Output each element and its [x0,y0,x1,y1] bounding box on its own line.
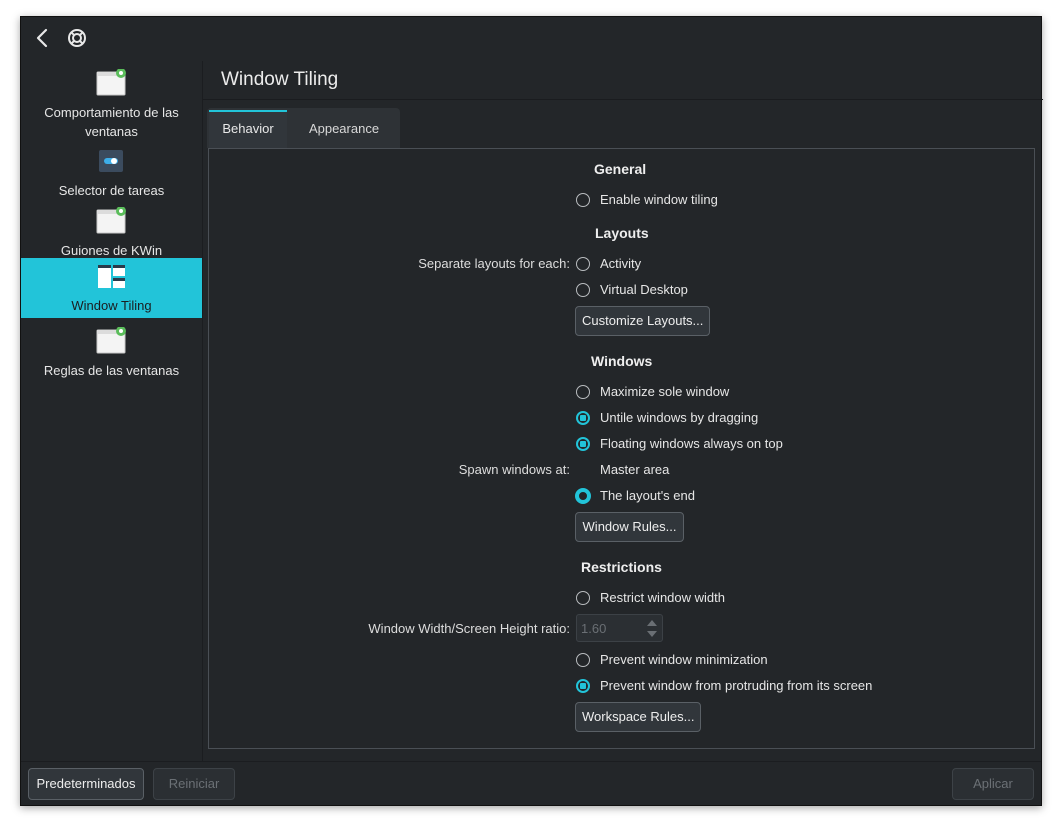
sidebar-item-task-switcher[interactable]: Selector de tareas [21,143,202,203]
layouts-heading: Layouts [595,225,649,241]
restrictions-heading: Restrictions [581,559,662,575]
enable-tiling-label: Enable window tiling [600,192,718,207]
sidebar-item-label: Comportamiento de las ventanas [44,105,179,139]
top-bar [21,17,1041,61]
window-rules-button[interactable]: Window Rules... [575,512,684,542]
sidebar-item-window-behavior[interactable]: Comportamiento de las ventanas [21,65,202,141]
ratio-value: 1.60 [581,621,607,636]
help-lifebuoy-icon[interactable] [66,27,88,49]
radio-indicator [576,463,590,477]
restrict-width-label: Restrict window width [600,590,725,605]
spin-down-icon[interactable] [647,631,657,637]
window-settings-icon [96,206,127,235]
sidebar-item-label: Window Tiling [71,298,152,313]
virtual-desktop-label: Virtual Desktop [600,282,688,297]
maximize-sole-label: Maximize sole window [600,384,730,399]
ratio-spinbox[interactable]: 1.60 [576,614,663,642]
sidebar-item-label: Selector de tareas [58,183,165,198]
windows-heading: Windows [591,353,653,369]
window-tiling-icon [96,262,127,290]
workspace-rules-button[interactable]: Workspace Rules... [575,702,701,732]
back-arrow-icon[interactable] [33,27,53,49]
floating-on-top-label: Floating windows always on top [600,436,783,451]
tab-bar: Behavior Appearance [207,108,400,148]
footer-divider [21,761,1041,762]
untile-dragging-label: Untile windows by dragging [600,410,759,425]
layout-end-label: The layout's end [600,488,695,503]
settings-window: Comportamiento de las ventanas Selector … [20,16,1043,806]
checkbox-indicator [576,679,590,693]
sidebar-item-label: Reglas de las ventanas [43,363,180,378]
customize-layouts-button[interactable]: Customize Layouts... [575,306,710,336]
sidebar-item-window-rules[interactable]: Reglas de las ventanas [21,323,202,383]
sidebar-divider [202,61,203,761]
reset-button[interactable]: Reiniciar [153,768,235,800]
sidebar-item-window-tiling[interactable]: Window Tiling [21,258,202,318]
defaults-button[interactable]: Predeterminados [28,768,144,800]
checkbox-indicator [576,437,590,451]
prevent-minimization-label: Prevent window minimization [600,652,768,667]
checkbox-indicator [576,283,590,297]
checkbox-indicator [576,591,590,605]
general-heading: General [594,161,647,177]
separate-layouts-label: Separate layouts for each: [418,256,570,271]
sidebar: Comportamiento de las ventanas Selector … [21,61,202,761]
tab-appearance[interactable]: Appearance [291,110,397,148]
page-title: Window Tiling [221,69,339,90]
title-divider [203,99,1043,100]
spawn-windows-label: Spawn windows at: [458,462,570,477]
window-settings-icon [96,68,127,97]
tab-behavior[interactable]: Behavior [209,110,287,148]
spin-up-icon[interactable] [647,620,657,626]
prevent-protruding-label: Prevent window from protruding from its … [600,678,873,693]
checkbox-indicator [576,257,590,271]
ratio-label: Window Width/Screen Height ratio: [368,621,570,636]
master-area-label: Master area [600,462,670,477]
window-settings-icon [96,326,127,355]
checkbox-indicator [576,385,590,399]
checkbox-indicator [576,653,590,667]
checkbox-indicator [576,193,590,207]
radio-indicator [575,488,591,504]
sidebar-item-kwin-scripts[interactable]: Guiones de KWin [21,203,202,263]
checkbox-indicator [576,411,590,425]
apply-button[interactable]: Aplicar [952,768,1034,800]
task-switcher-icon [96,147,127,175]
activity-label: Activity [600,256,642,271]
